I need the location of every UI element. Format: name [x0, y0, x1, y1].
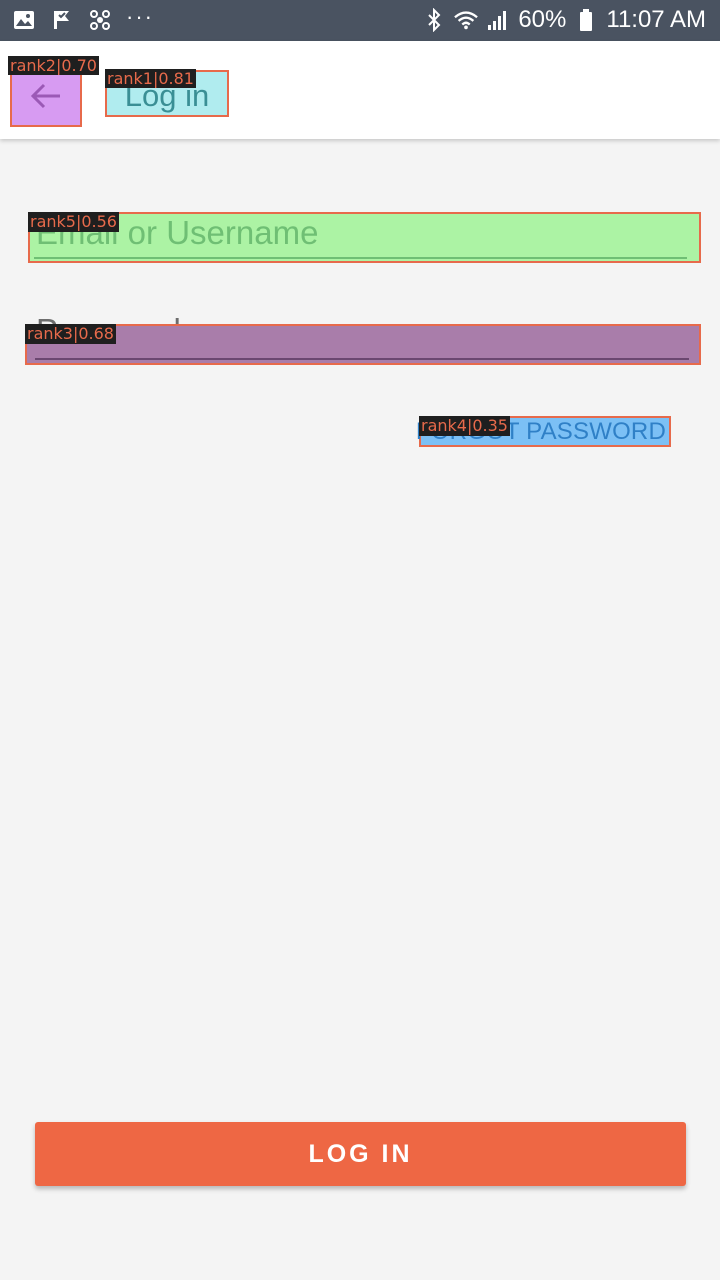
forgot-annotation: rank4|0.35 [419, 416, 510, 436]
email-field[interactable]: Email or Username [28, 212, 701, 263]
email-underline [34, 257, 687, 259]
more-notifications: ··· [126, 4, 154, 29]
fan-icon [88, 8, 112, 32]
back-button[interactable] [10, 70, 82, 127]
app-bar: rank2|0.70 Log in rank1|0.81 [0, 41, 720, 139]
login-button-label: LOG IN [308, 1139, 413, 1168]
password-underline [35, 358, 689, 360]
flag-check-icon [50, 8, 74, 32]
email-annotation: rank5|0.56 [28, 212, 119, 232]
bluetooth-icon [422, 8, 446, 32]
status-right: 60% 11:07 AM [422, 6, 706, 34]
password-annotation: rank3|0.68 [25, 324, 116, 344]
battery-icon [574, 8, 598, 32]
title-annotation: rank1|0.81 [105, 69, 196, 88]
signal-icon [486, 8, 510, 32]
back-annotation: rank2|0.70 [8, 56, 99, 75]
password-field[interactable] [25, 324, 701, 365]
status-bar: ··· 60% 11:07 AM [0, 0, 720, 41]
arrow-back-icon [30, 82, 62, 115]
image-icon [12, 8, 36, 32]
status-left-icons: ··· [12, 4, 154, 32]
wifi-icon [454, 8, 479, 32]
login-button[interactable]: LOG IN [35, 1122, 686, 1186]
clock: 11:07 AM [606, 6, 706, 33]
battery-percent: 60% [518, 6, 567, 33]
